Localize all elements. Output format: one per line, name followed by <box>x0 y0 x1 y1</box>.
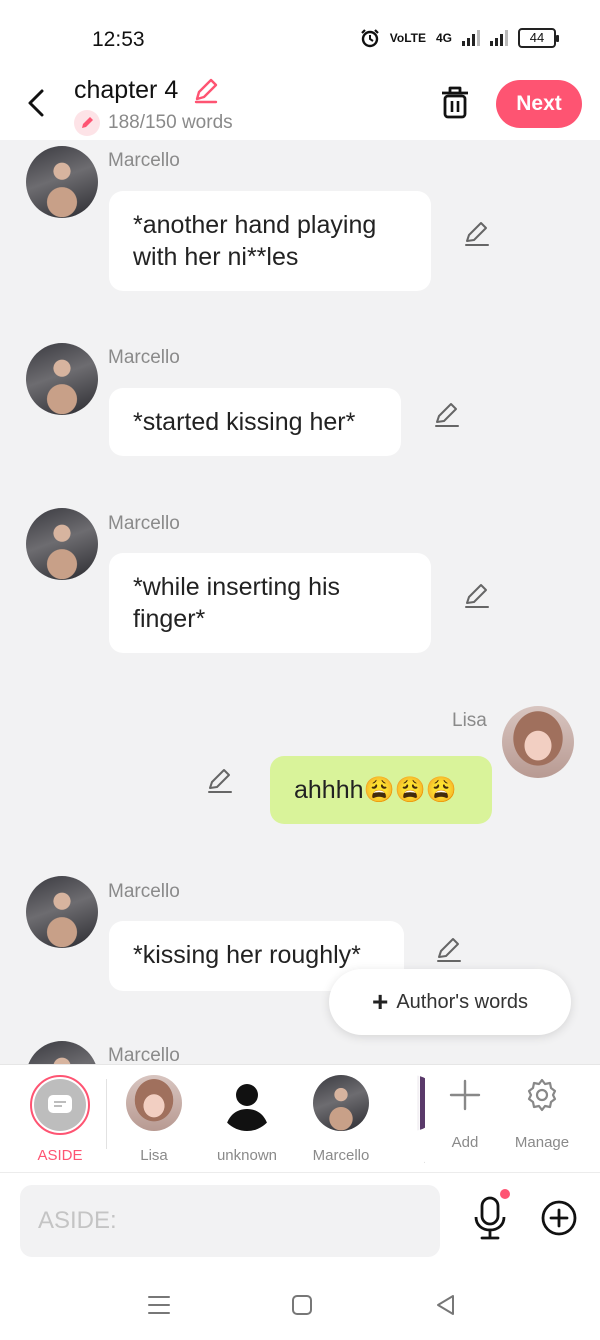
battery-icon: 44 <box>518 28 559 48</box>
character-label: ASIDE <box>37 1147 83 1164</box>
message-bubble[interactable]: *while inserting his finger* <box>109 553 431 653</box>
edit-message-icon[interactable] <box>435 935 463 963</box>
avatar-marcello[interactable] <box>26 876 98 948</box>
speaker-name: Marcello <box>108 1045 180 1064</box>
status-icons: VoLTE 4G 44 <box>360 28 559 48</box>
chat-editor-screen: 12:53 VoLTE 4G 44 chapter 4 188/150 word… <box>0 0 600 1340</box>
status-time: 12:53 <box>92 28 145 51</box>
divider <box>106 1079 107 1149</box>
signal-icon <box>462 30 480 46</box>
aside-chat-icon <box>34 1079 86 1131</box>
character-aside[interactable]: ASIDE <box>20 1075 100 1164</box>
character-label: Lisa <box>140 1147 168 1164</box>
next-button[interactable]: Next <box>496 80 582 128</box>
edit-message-icon[interactable] <box>463 219 491 247</box>
edit-message-icon[interactable] <box>206 766 234 794</box>
character-label: Marcello <box>312 1147 370 1164</box>
speaker-name: Marcello <box>108 881 180 902</box>
speaker-name: Marcello <box>108 513 180 534</box>
microphone-icon[interactable] <box>470 1195 510 1241</box>
gear-icon <box>527 1078 557 1112</box>
pencil-badge-icon <box>74 110 100 136</box>
edit-message-icon[interactable] <box>433 400 461 428</box>
system-nav-bar <box>0 1268 600 1340</box>
unknown-person-icon <box>219 1075 275 1131</box>
avatar-marcello[interactable] <box>26 343 98 415</box>
character-label: unknown <box>216 1147 278 1164</box>
message-item-own: Lisa ahhhh😩😩😩 <box>0 700 600 830</box>
edit-title-icon[interactable] <box>192 76 220 104</box>
add-circle-icon[interactable] <box>540 1199 578 1237</box>
aside-ring <box>30 1075 90 1135</box>
character-unknown[interactable]: unknown <box>207 1075 287 1164</box>
avatar-marcello[interactable] <box>26 508 98 580</box>
message-item: Marcello *another hand playing with her … <box>0 140 600 320</box>
character-lisa[interactable]: Lisa <box>114 1075 194 1164</box>
manage-button[interactable]: Manage <box>502 1077 582 1151</box>
input-row <box>0 1172 600 1268</box>
signal-icon-2 <box>490 30 508 46</box>
speaker-name: Marcello <box>108 150 180 171</box>
message-bubble[interactable]: *started kissing her* <box>109 388 401 456</box>
chat-area[interactable]: Marcello *another hand playing with her … <box>0 140 600 1064</box>
authors-words-button[interactable]: + Author's words <box>329 969 571 1035</box>
message-bubble[interactable]: *another hand playing with her ni**les <box>109 191 431 291</box>
avatar-lisa[interactable] <box>502 706 574 778</box>
message-item: Marcello *while inserting his finger* <box>0 505 600 675</box>
word-count: 188/150 words <box>108 112 233 133</box>
home-icon[interactable] <box>287 1290 317 1320</box>
editor-header: chapter 4 188/150 words Next <box>0 72 600 140</box>
network-type: 4G <box>435 31 452 45</box>
message-item: Marcello *started kissing her* <box>0 340 600 470</box>
avatar-marcello[interactable] <box>26 1041 98 1064</box>
authors-words-label: Author's words <box>396 990 528 1013</box>
message-input[interactable] <box>20 1185 440 1257</box>
plus-icon <box>449 1079 481 1111</box>
avatar-marcello[interactable] <box>26 146 98 218</box>
message-bubble-own[interactable]: ahhhh😩😩😩 <box>270 756 492 824</box>
speaker-name: Marcello <box>108 347 180 368</box>
speaker-name: Lisa <box>452 710 487 731</box>
add-label: Add <box>451 1134 479 1151</box>
message-item: Marcello <box>0 1038 600 1064</box>
character-bar: ASIDE Lisa unknown Marcello ju Add M <box>0 1064 600 1172</box>
avatar-marcello <box>313 1075 369 1131</box>
status-bar: 12:53 VoLTE 4G 44 <box>0 0 600 72</box>
character-marcello[interactable]: Marcello <box>301 1075 381 1164</box>
scroll-fade <box>400 1065 420 1172</box>
add-character-button[interactable]: Add <box>425 1077 505 1167</box>
avatar-lisa <box>126 1075 182 1131</box>
alarm-icon <box>360 29 379 48</box>
trash-icon[interactable] <box>438 84 472 120</box>
manage-label: Manage <box>514 1134 570 1151</box>
chapter-title[interactable]: chapter 4 <box>74 76 178 105</box>
volte-indicator: VoLTE <box>389 31 426 45</box>
plus-icon: + <box>371 986 389 1017</box>
edit-message-icon[interactable] <box>463 581 491 609</box>
menu-icon[interactable] <box>144 1290 174 1320</box>
back-triangle-icon[interactable] <box>431 1290 461 1320</box>
back-arrow-icon[interactable] <box>22 86 52 120</box>
notification-dot <box>500 1189 510 1199</box>
word-count-row: 188/150 words <box>74 110 233 136</box>
